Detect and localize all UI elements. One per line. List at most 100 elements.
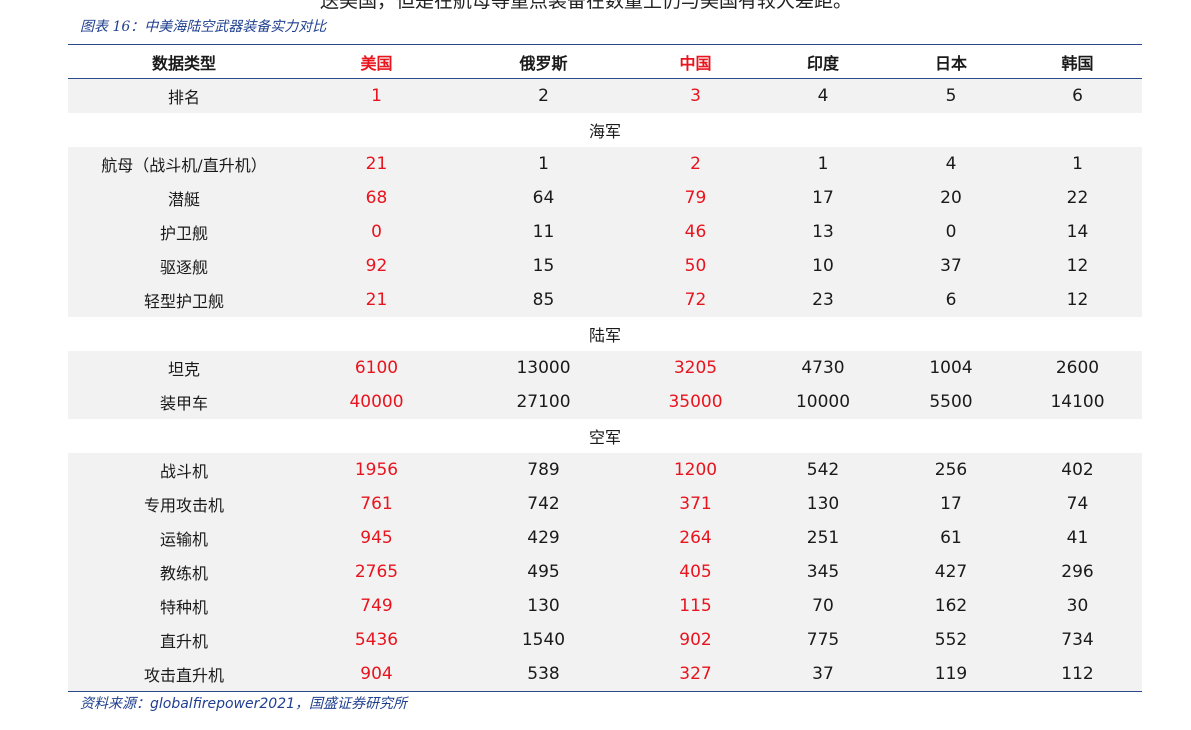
table-row: 专用攻击机 761 742 371 130 17 74: [68, 487, 1142, 521]
table-cell: 542: [757, 453, 889, 487]
row-label: 战斗机: [68, 453, 300, 487]
row-label: 直升机: [68, 623, 300, 657]
table-row: 护卫舰 0 11 46 13 0 14: [68, 215, 1142, 249]
table-row: 运输机 945 429 264 251 61 41: [68, 521, 1142, 555]
table-cell: 2: [453, 78, 634, 113]
table-cell: 1540: [453, 623, 634, 657]
row-label: 航母（战斗机/直升机）: [68, 147, 300, 181]
table-cell: 371: [634, 487, 757, 521]
header-cell: 印度: [757, 45, 889, 79]
table-cell: 538: [453, 657, 634, 691]
table-cell: 402: [1013, 453, 1142, 487]
top-paragraph-fragment: 送美国，但是在航母等重点装备在数量上仍与美国有较大差距。: [320, 0, 853, 12]
table-cell: 3205: [634, 351, 757, 385]
table-cell: 749: [300, 589, 453, 623]
row-label: 专用攻击机: [68, 487, 300, 521]
table-cell: 1200: [634, 453, 757, 487]
table-cell: 74: [1013, 487, 1142, 521]
table-cell: 35000: [634, 385, 757, 419]
table-cell: 17: [757, 181, 889, 215]
table-cell: 904: [300, 657, 453, 691]
table-cell: 72: [634, 283, 757, 317]
table-cell: 742: [453, 487, 634, 521]
table-row: 战斗机 1956 789 1200 542 256 402: [68, 453, 1142, 487]
table-cell: 945: [300, 521, 453, 555]
header-cell: 日本: [889, 45, 1013, 79]
row-label: 轻型护卫舰: [68, 283, 300, 317]
table-cell: 85: [453, 283, 634, 317]
header-row: 数据类型 美国 俄罗斯 中国 印度 日本 韩国: [68, 45, 1142, 79]
table-cell: 22: [1013, 181, 1142, 215]
table-cell: 4730: [757, 351, 889, 385]
table-cell: 6: [889, 283, 1013, 317]
table-cell: 20: [889, 181, 1013, 215]
table-cell: 429: [453, 521, 634, 555]
section-row-army: 陆军: [68, 317, 1142, 351]
table-cell: 130: [757, 487, 889, 521]
section-title: 陆军: [588, 326, 621, 345]
source-note: 资料来源：globalfirepower2021，国盛证券研究所: [80, 696, 408, 712]
table-cell: 2: [634, 147, 757, 181]
table-cell: 2600: [1013, 351, 1142, 385]
table-cell: 13: [757, 215, 889, 249]
row-label: 装甲车: [68, 385, 300, 419]
table-cell: 789: [453, 453, 634, 487]
table-cell: 902: [634, 623, 757, 657]
table-row: 坦克 6100 13000 3205 4730 1004 2600: [68, 351, 1142, 385]
table-row: 轻型护卫舰 21 85 72 23 6 12: [68, 283, 1142, 317]
table-row: 航母（战斗机/直升机） 21 1 2 1 4 1: [68, 147, 1142, 181]
table-cell: 79: [634, 181, 757, 215]
table-cell: 264: [634, 521, 757, 555]
table-cell: 6: [1013, 78, 1142, 113]
table-cell: 1: [757, 147, 889, 181]
table-row: 潜艇 68 64 79 17 20 22: [68, 181, 1142, 215]
table-cell: 345: [757, 555, 889, 589]
row-label: 坦克: [68, 351, 300, 385]
table-cell: 40000: [300, 385, 453, 419]
table-cell: 3: [634, 78, 757, 113]
row-label: 潜艇: [68, 181, 300, 215]
table-cell: 112: [1013, 657, 1142, 691]
table-cell: 37: [889, 249, 1013, 283]
table-cell: 130: [453, 589, 634, 623]
table-cell: 12: [1013, 249, 1142, 283]
table-cell: 30: [1013, 589, 1142, 623]
table-cell: 70: [757, 589, 889, 623]
table-cell: 405: [634, 555, 757, 589]
table-cell: 1: [453, 147, 634, 181]
table-row: 驱逐舰 92 15 50 10 37 12: [68, 249, 1142, 283]
table-cell: 12: [1013, 283, 1142, 317]
table-cell: 14100: [1013, 385, 1142, 419]
table-row: 装甲车 40000 27100 35000 10000 5500 14100: [68, 385, 1142, 419]
table-cell: 13000: [453, 351, 634, 385]
table-cell: 6100: [300, 351, 453, 385]
table-row: 直升机 5436 1540 902 775 552 734: [68, 623, 1142, 657]
table-cell: 10000: [757, 385, 889, 419]
table-cell: 0: [889, 215, 1013, 249]
table-cell: 21: [300, 283, 453, 317]
table-cell: 251: [757, 521, 889, 555]
table-cell: 115: [634, 589, 757, 623]
table-cell: 92: [300, 249, 453, 283]
table-cell: 10: [757, 249, 889, 283]
figure-title: 图表 16：中美海陆空武器装备实力对比: [80, 19, 327, 35]
table-cell: 5: [889, 78, 1013, 113]
table-cell: 775: [757, 623, 889, 657]
table-cell: 41: [1013, 521, 1142, 555]
row-label: 运输机: [68, 521, 300, 555]
table-row: 特种机 749 130 115 70 162 30: [68, 589, 1142, 623]
row-label: 排名: [68, 78, 300, 113]
table-cell: 14: [1013, 215, 1142, 249]
table-cell: 734: [1013, 623, 1142, 657]
row-label: 攻击直升机: [68, 657, 300, 691]
table-row: 攻击直升机 904 538 327 37 119 112: [68, 657, 1142, 691]
header-cell: 美国: [300, 45, 453, 79]
row-label: 护卫舰: [68, 215, 300, 249]
row-label: 特种机: [68, 589, 300, 623]
table-cell: 11: [453, 215, 634, 249]
table-cell: 15: [453, 249, 634, 283]
table-cell: 1956: [300, 453, 453, 487]
table-cell: 5436: [300, 623, 453, 657]
table-cell: 495: [453, 555, 634, 589]
section-title: 空军: [588, 428, 621, 447]
